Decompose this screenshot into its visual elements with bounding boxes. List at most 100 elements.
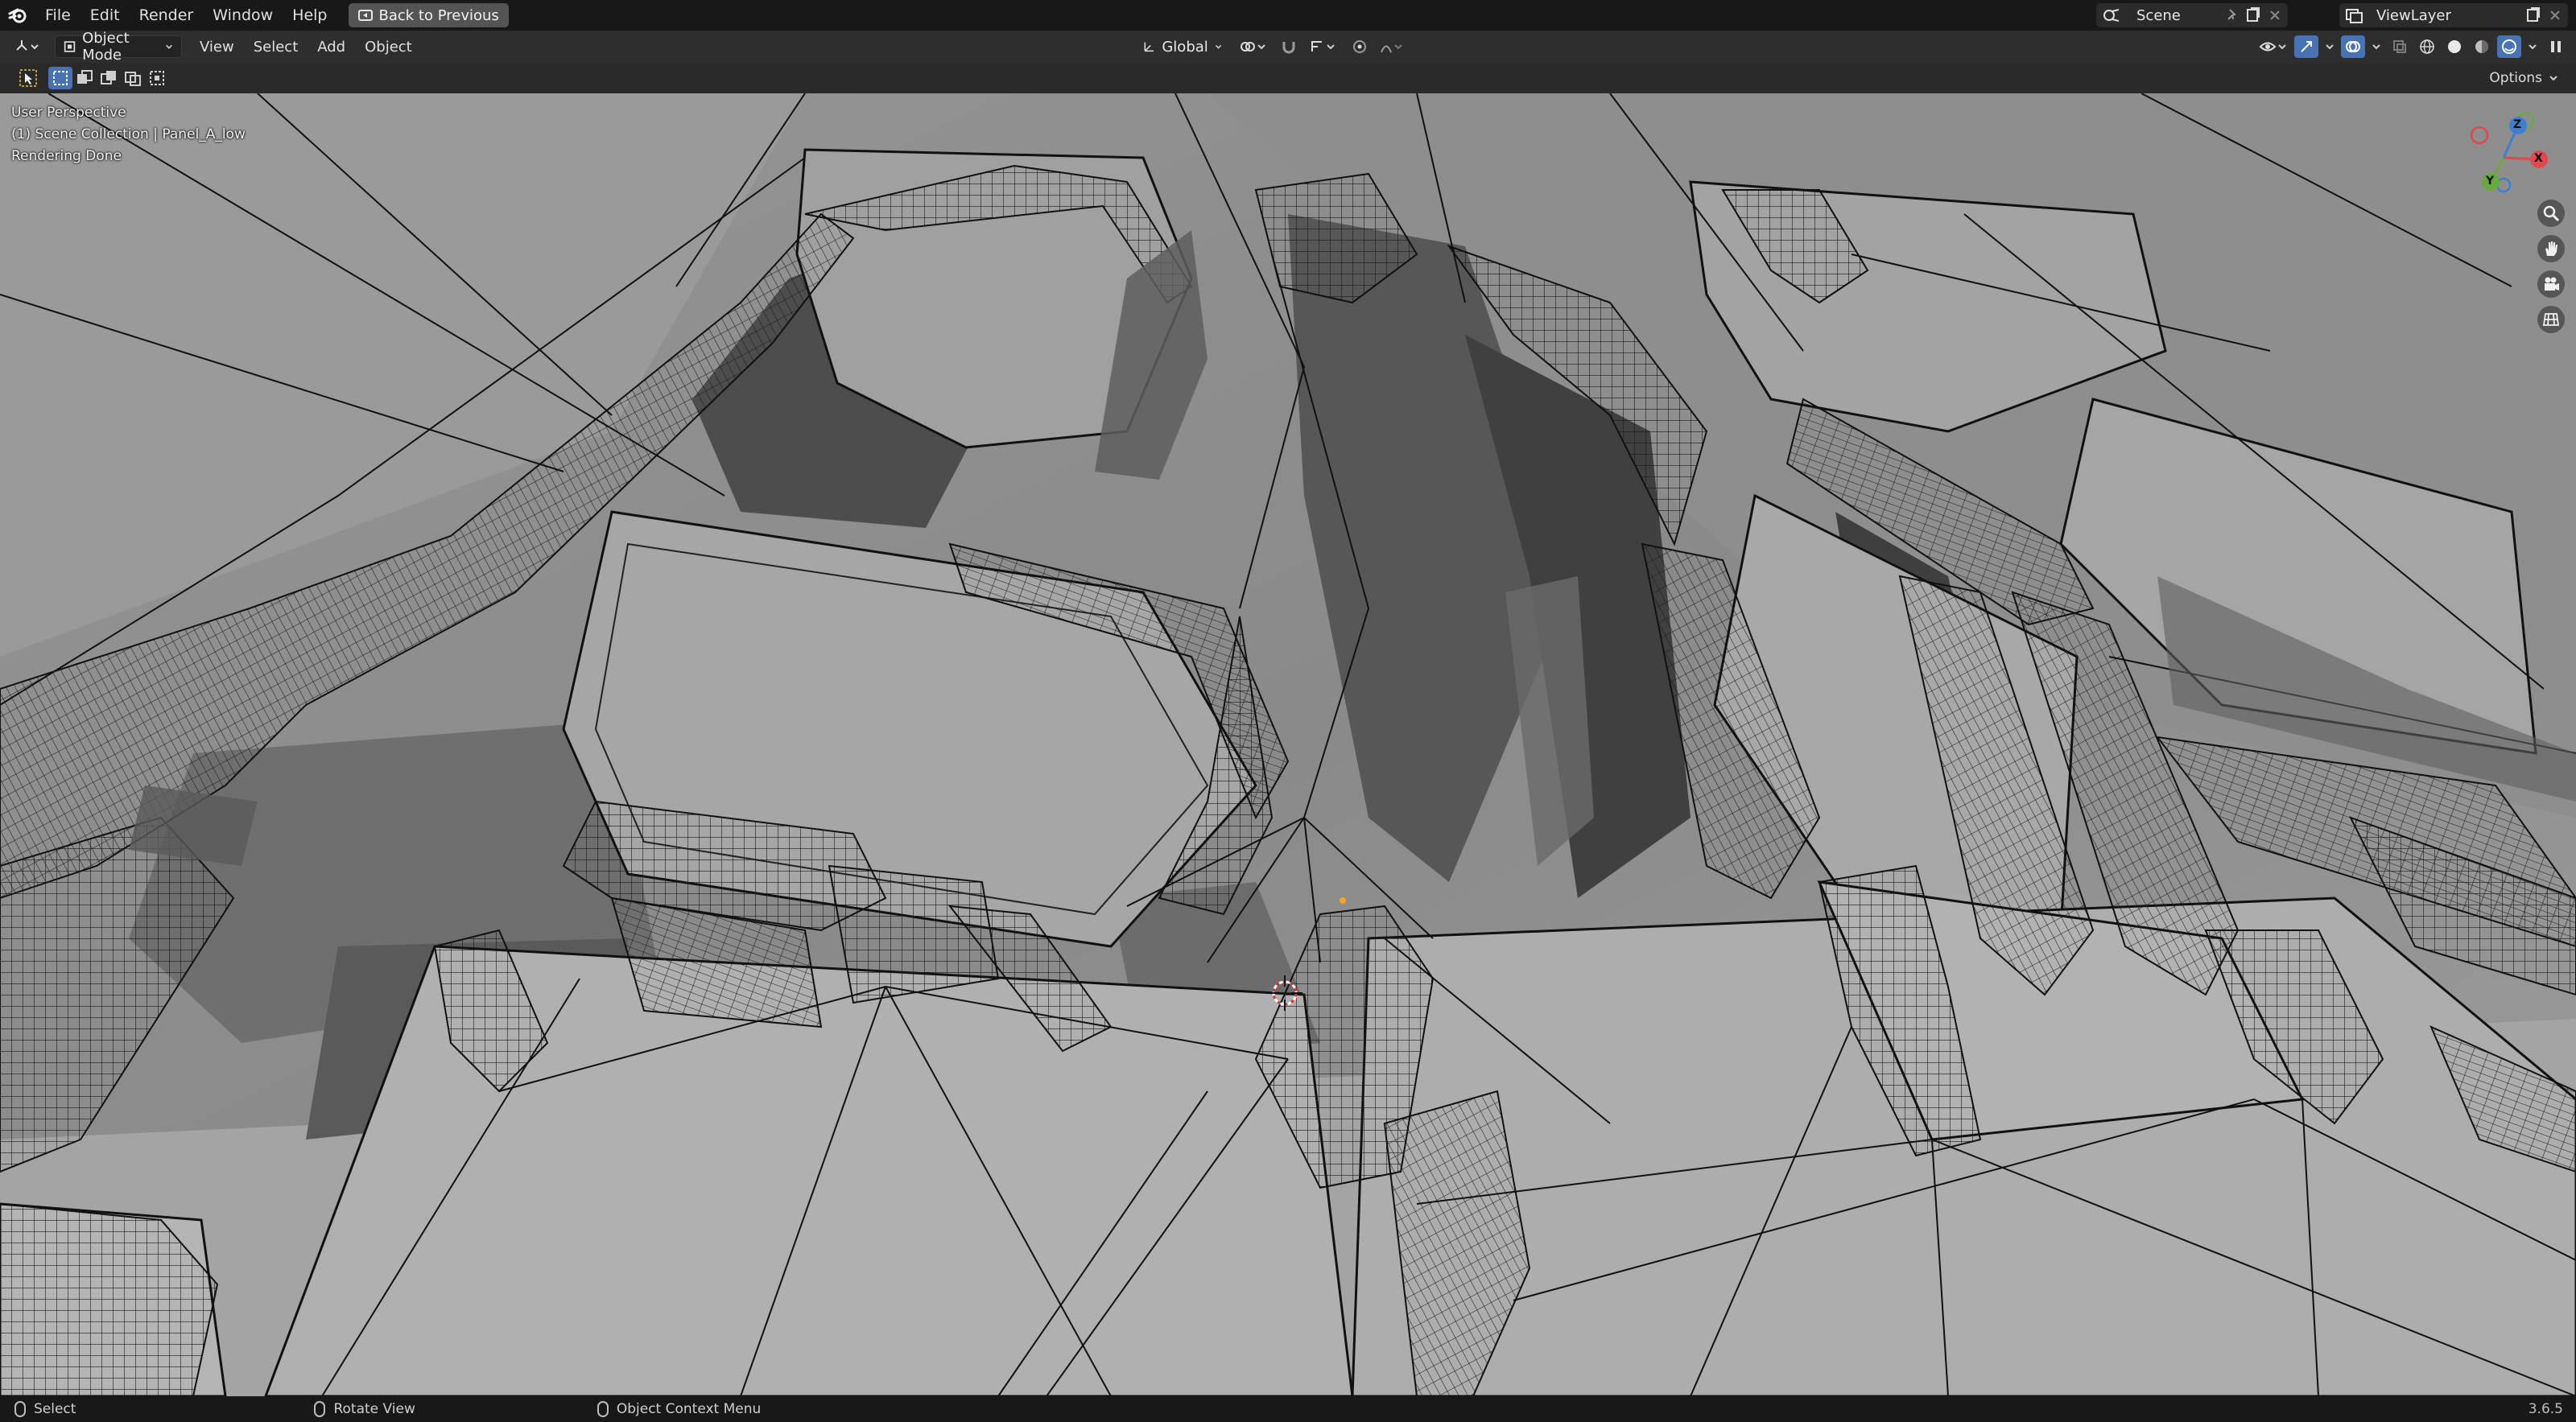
mode-dropdown[interactable]: Object Mode xyxy=(55,30,182,64)
snap-toggle[interactable] xyxy=(1277,35,1301,58)
falloff-dropdown[interactable] xyxy=(1377,35,1407,58)
projection-toggle-button[interactable] xyxy=(2537,306,2565,333)
pivot-point-dropdown[interactable] xyxy=(1235,35,1272,58)
view-layer-name: ViewLayer xyxy=(2376,6,2451,24)
menu-help[interactable]: Help xyxy=(283,0,336,31)
menu-select[interactable]: Select xyxy=(244,39,308,56)
xray-icon xyxy=(2393,40,2406,53)
object-mode-icon xyxy=(64,41,76,52)
status-select-label: Select xyxy=(34,1401,76,1417)
select-box-subtract-button[interactable] xyxy=(97,67,121,89)
box-select-extend-icon xyxy=(77,70,93,84)
snap-target-dropdown[interactable] xyxy=(1306,35,1343,58)
x-axis-label: X xyxy=(2534,152,2543,165)
menu-object[interactable]: Object xyxy=(355,39,422,56)
gizmo-toggle[interactable] xyxy=(2294,35,2318,58)
3d-viewport[interactable]: User Perspective (1) Scene Collection | … xyxy=(0,93,2576,1396)
select-tool-button[interactable] xyxy=(16,67,40,89)
status-bar: Select Rotate View Object Context Menu 3… xyxy=(0,1396,2576,1422)
view-layer-icon xyxy=(2346,9,2363,23)
navigation-gizmo[interactable]: X Y Z xyxy=(2455,111,2560,200)
shading-solid-button[interactable] xyxy=(2442,35,2467,58)
zoom-button[interactable] xyxy=(2537,200,2565,227)
z-axis-label: Z xyxy=(2513,118,2522,131)
shading-options-dropdown[interactable] xyxy=(2524,35,2541,58)
mouse-middle-icon xyxy=(314,1401,326,1417)
gizmo-options-dropdown[interactable] xyxy=(2322,35,2338,58)
back-to-previous-button[interactable]: Back to Previous xyxy=(348,3,509,27)
eye-icon xyxy=(2259,42,2286,52)
status-context-menu: Object Context Menu xyxy=(597,1401,761,1417)
viewport-header: Object Mode View Select Add Object Globa… xyxy=(0,30,2576,64)
camera-view-button[interactable] xyxy=(2537,270,2565,298)
y-axis-label: Y xyxy=(2486,175,2495,188)
scene-icon xyxy=(2103,9,2120,22)
select-box-extend-button[interactable] xyxy=(72,67,97,89)
editor-type-selector[interactable] xyxy=(10,35,45,58)
view-layer-selector[interactable]: ViewLayer xyxy=(2339,3,2568,27)
wireframe-sphere-icon xyxy=(2420,39,2434,54)
transform-orientation-dropdown[interactable]: Global xyxy=(1135,35,1230,58)
status-rotate-label: Rotate View xyxy=(333,1401,415,1417)
mesh-render xyxy=(0,93,2576,1396)
menu-window[interactable]: Window xyxy=(203,0,283,31)
material-sphere-icon xyxy=(2475,40,2488,53)
shading-material-button[interactable] xyxy=(2470,35,2494,58)
menu-render[interactable]: Render xyxy=(130,0,204,31)
proportional-editing-toggle[interactable] xyxy=(1348,35,1372,58)
chevron-down-icon xyxy=(2549,76,2557,81)
neg-x-axis-handle xyxy=(2470,126,2489,145)
select-box-new-button[interactable] xyxy=(48,67,72,89)
select-box-intersect-button[interactable] xyxy=(145,67,169,89)
hand-icon xyxy=(2545,241,2557,256)
box-select-subtract-icon xyxy=(101,71,116,84)
status-rotate-view: Rotate View xyxy=(314,1401,415,1417)
snap-increment-icon xyxy=(1311,41,1335,52)
chevron-down-icon xyxy=(166,44,172,49)
pause-button[interactable] xyxy=(2544,35,2568,58)
pan-button[interactable] xyxy=(2537,235,2565,262)
menu-edit[interactable]: Edit xyxy=(80,0,130,31)
pause-icon xyxy=(2551,41,2561,52)
options-label: Options xyxy=(2489,70,2542,86)
visibility-dropdown[interactable] xyxy=(2256,35,2291,58)
3d-viewport-icon xyxy=(16,40,39,51)
overlays-options-dropdown[interactable] xyxy=(2368,35,2384,58)
mouse-right-icon xyxy=(597,1401,609,1417)
pin-icon[interactable] xyxy=(2225,8,2240,23)
shading-wireframe-button[interactable] xyxy=(2415,35,2439,58)
close-scene-icon[interactable] xyxy=(2267,7,2283,23)
orientation-label: Global xyxy=(1162,38,1208,56)
menu-file[interactable]: File xyxy=(35,0,80,31)
back-to-previous-label: Back to Previous xyxy=(378,6,499,24)
tool-settings-bar: Options xyxy=(0,63,2576,93)
version-label: 3.6.5 xyxy=(2528,1401,2563,1417)
overlays-icon xyxy=(2346,41,2360,52)
perspective-label: User Perspective xyxy=(11,105,126,121)
options-dropdown[interactable]: Options xyxy=(2483,67,2565,89)
new-view-layer-icon[interactable] xyxy=(2524,7,2542,23)
chevron-down-icon xyxy=(2372,44,2380,50)
blender-logo-icon[interactable] xyxy=(0,0,35,31)
xray-toggle[interactable] xyxy=(2388,35,2412,58)
origin-point xyxy=(1340,897,1346,904)
solid-sphere-icon xyxy=(2448,40,2461,53)
menu-add[interactable]: Add xyxy=(308,39,355,56)
status-select: Select xyxy=(14,1401,76,1417)
box-select-invert-icon xyxy=(125,72,141,86)
camera-icon xyxy=(2545,277,2559,291)
close-view-layer-icon[interactable] xyxy=(2547,7,2563,23)
cursor-select-icon xyxy=(19,69,37,87)
box-select-new-icon xyxy=(53,71,68,85)
scene-selector[interactable]: Scene xyxy=(2096,3,2288,27)
new-scene-icon[interactable] xyxy=(2244,7,2262,23)
box-select-intersect-icon xyxy=(150,71,164,85)
screen-back-icon xyxy=(357,10,373,21)
overlays-toggle[interactable] xyxy=(2341,35,2365,58)
shading-rendered-button[interactable] xyxy=(2497,35,2521,58)
menu-view[interactable]: View xyxy=(190,39,244,56)
chevron-down-icon xyxy=(2326,44,2334,50)
grid-perspective-icon xyxy=(2542,313,2560,326)
select-box-invert-button[interactable] xyxy=(121,67,145,89)
orientation-icon xyxy=(1144,42,1154,52)
